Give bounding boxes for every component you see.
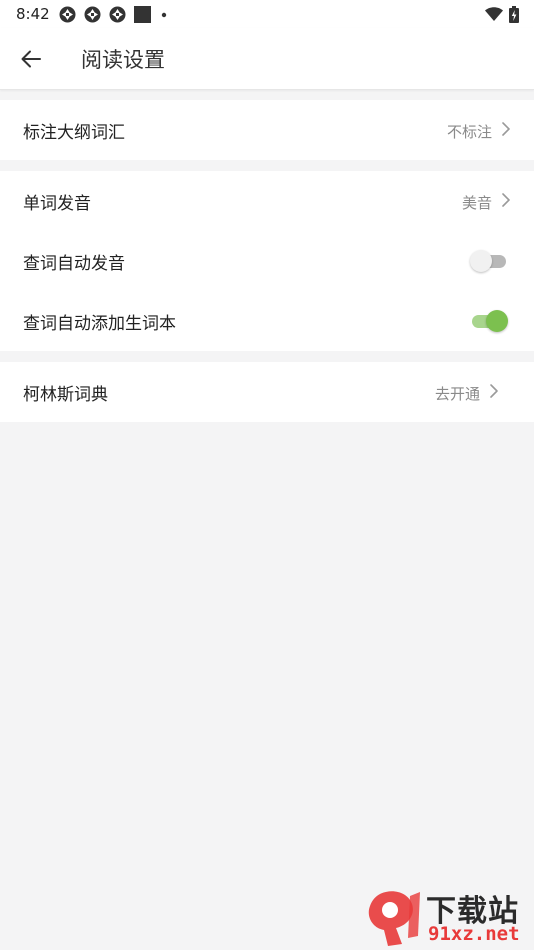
setting-row-collins[interactable]: 柯林斯词典 去开通 [0, 362, 534, 422]
chevron-right-icon [490, 384, 498, 398]
page-title: 阅读设置 [81, 48, 165, 72]
aperture-icon [84, 6, 101, 22]
arrow-left-icon [21, 50, 41, 68]
setting-row-auto-add-wordbook: 查词自动添加生词本 [0, 291, 534, 351]
battery-charging-icon [509, 5, 519, 23]
watermark-url: 91xz.net [428, 923, 520, 945]
setting-row-outline-vocab[interactable]: 标注大纲词汇 不标注 [0, 100, 534, 160]
setting-value: 美音 [461, 194, 492, 212]
setting-row-pronunciation[interactable]: 单词发音 美音 [0, 171, 534, 231]
dot-icon [161, 12, 167, 17]
status-time: 8:42 [16, 5, 50, 23]
status-bar: 8:42 [0, 0, 534, 28]
watermark-logo [368, 891, 420, 946]
notification-icons [59, 5, 169, 23]
aperture-icon [109, 6, 126, 22]
chevron-right-icon [502, 122, 510, 136]
setting-label: 单词发音 [23, 194, 91, 214]
watermark: 下载站 91xz.net [362, 886, 532, 948]
setting-label: 标注大纲词汇 [23, 123, 125, 143]
square-icon [134, 5, 151, 23]
setting-label: 柯林斯词典 [23, 385, 108, 405]
toggle-thumb [470, 250, 492, 272]
settings-group-pronunciation: 单词发音 美音 查词自动发音 查词自动添加生词本 [0, 171, 534, 351]
wifi-icon [485, 6, 503, 21]
settings-group-collins: 柯林斯词典 去开通 [0, 362, 534, 422]
settings-group-outline: 标注大纲词汇 不标注 [0, 100, 534, 160]
setting-label: 查词自动添加生词本 [23, 314, 176, 334]
setting-label: 查词自动发音 [23, 254, 125, 274]
back-button[interactable] [12, 40, 50, 78]
setting-row-auto-pronounce: 查词自动发音 [0, 231, 534, 291]
auto-add-wordbook-toggle[interactable] [470, 310, 508, 332]
chevron-right-icon [502, 193, 510, 207]
setting-value: 去开通 [434, 385, 480, 403]
toggle-thumb [486, 310, 508, 332]
system-icons [485, 5, 519, 23]
setting-value: 不标注 [446, 123, 492, 141]
auto-pronounce-toggle[interactable] [470, 250, 508, 272]
app-bar: 阅读设置 [0, 28, 534, 90]
aperture-icon [59, 6, 76, 22]
